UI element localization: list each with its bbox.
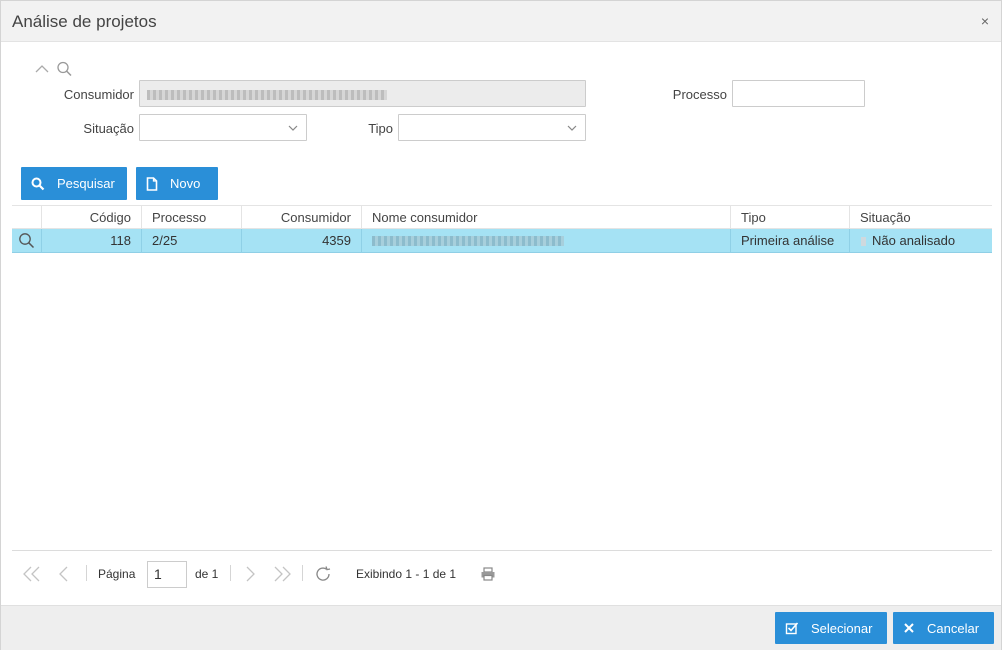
refresh-icon[interactable] bbox=[314, 551, 332, 597]
header-action bbox=[12, 206, 42, 230]
select-button[interactable]: Selecionar bbox=[775, 612, 887, 644]
nome-redacted bbox=[372, 236, 564, 246]
dialog-footer: Selecionar Cancelar bbox=[1, 605, 1001, 650]
header-tipo[interactable]: Tipo bbox=[731, 206, 850, 230]
table-row[interactable]: 118 2/25 4359 Primeira análise Não anali… bbox=[12, 229, 992, 253]
pager-display-text: Exibindo 1 - 1 de 1 bbox=[356, 567, 457, 581]
cell-nome-consumidor bbox=[362, 229, 731, 253]
header-consumidor[interactable]: Consumidor bbox=[242, 206, 362, 230]
print-icon[interactable] bbox=[480, 551, 496, 597]
prev-page-icon[interactable] bbox=[58, 551, 70, 597]
dialog-title: Análise de projetos bbox=[12, 12, 157, 31]
page-number-input[interactable]: 1 bbox=[147, 560, 187, 588]
dialog-titlebar: Análise de projetos × bbox=[1, 1, 1001, 42]
search-button[interactable]: Pesquisar bbox=[21, 167, 127, 200]
cell-situacao: Não analisado bbox=[850, 229, 992, 253]
consumidor-redacted bbox=[147, 90, 387, 100]
situacao-select[interactable] bbox=[139, 114, 307, 141]
search-button-label: Pesquisar bbox=[57, 176, 115, 191]
analise-projetos-dialog: Análise de projetos × Consumidor Process… bbox=[0, 0, 1002, 650]
grid-header: Código Processo Consumidor Nome consumid… bbox=[12, 205, 992, 230]
consumidor-field bbox=[139, 80, 586, 107]
cell-processo: 2/25 bbox=[142, 229, 242, 253]
close-icon[interactable]: × bbox=[981, 13, 989, 29]
search-icon bbox=[31, 177, 45, 191]
cell-tipo: Primeira análise bbox=[731, 229, 850, 253]
close-icon bbox=[903, 622, 915, 634]
cell-codigo: 118 bbox=[42, 229, 142, 253]
processo-label: Processo bbox=[672, 87, 727, 102]
row-view-icon[interactable] bbox=[12, 229, 42, 253]
chevron-down-icon bbox=[567, 125, 577, 131]
tipo-select[interactable] bbox=[398, 114, 586, 141]
first-page-icon[interactable] bbox=[22, 551, 42, 597]
select-button-label: Selecionar bbox=[811, 620, 873, 636]
header-processo[interactable]: Processo bbox=[142, 206, 242, 230]
header-situacao[interactable]: Situação bbox=[850, 206, 992, 230]
page-of-label: de 1 bbox=[195, 567, 219, 581]
page-number-container: 1 bbox=[147, 551, 187, 597]
file-icon bbox=[146, 176, 158, 191]
situacao-label: Situação bbox=[83, 121, 134, 136]
header-nome-consumidor[interactable]: Nome consumidor bbox=[362, 206, 731, 230]
search-icon bbox=[57, 61, 72, 77]
chevron-down-icon bbox=[288, 125, 298, 131]
header-codigo[interactable]: Código bbox=[42, 206, 142, 230]
cancel-button[interactable]: Cancelar bbox=[893, 612, 994, 644]
cancel-button-label: Cancelar bbox=[927, 620, 980, 636]
processo-field[interactable] bbox=[732, 80, 865, 107]
new-button[interactable]: Novo bbox=[136, 167, 218, 200]
last-page-icon[interactable] bbox=[272, 551, 292, 597]
next-page-icon[interactable] bbox=[244, 551, 256, 597]
filter-toggle[interactable] bbox=[34, 61, 76, 77]
tipo-label: Tipo bbox=[368, 121, 393, 136]
check-square-icon bbox=[785, 621, 799, 635]
status-dot-icon bbox=[861, 237, 866, 246]
page-label: Página bbox=[98, 567, 136, 581]
situacao-text: Não analisado bbox=[872, 233, 956, 248]
new-button-label: Novo bbox=[170, 176, 201, 191]
chevron-up-icon bbox=[35, 65, 49, 73]
projects-grid: Código Processo Consumidor Nome consumid… bbox=[12, 205, 992, 253]
pager: Página 1 de 1 Exibindo 1 - 1 de 1 bbox=[12, 550, 992, 596]
consumidor-label: Consumidor bbox=[63, 87, 134, 102]
cell-consumidor: 4359 bbox=[242, 229, 362, 253]
